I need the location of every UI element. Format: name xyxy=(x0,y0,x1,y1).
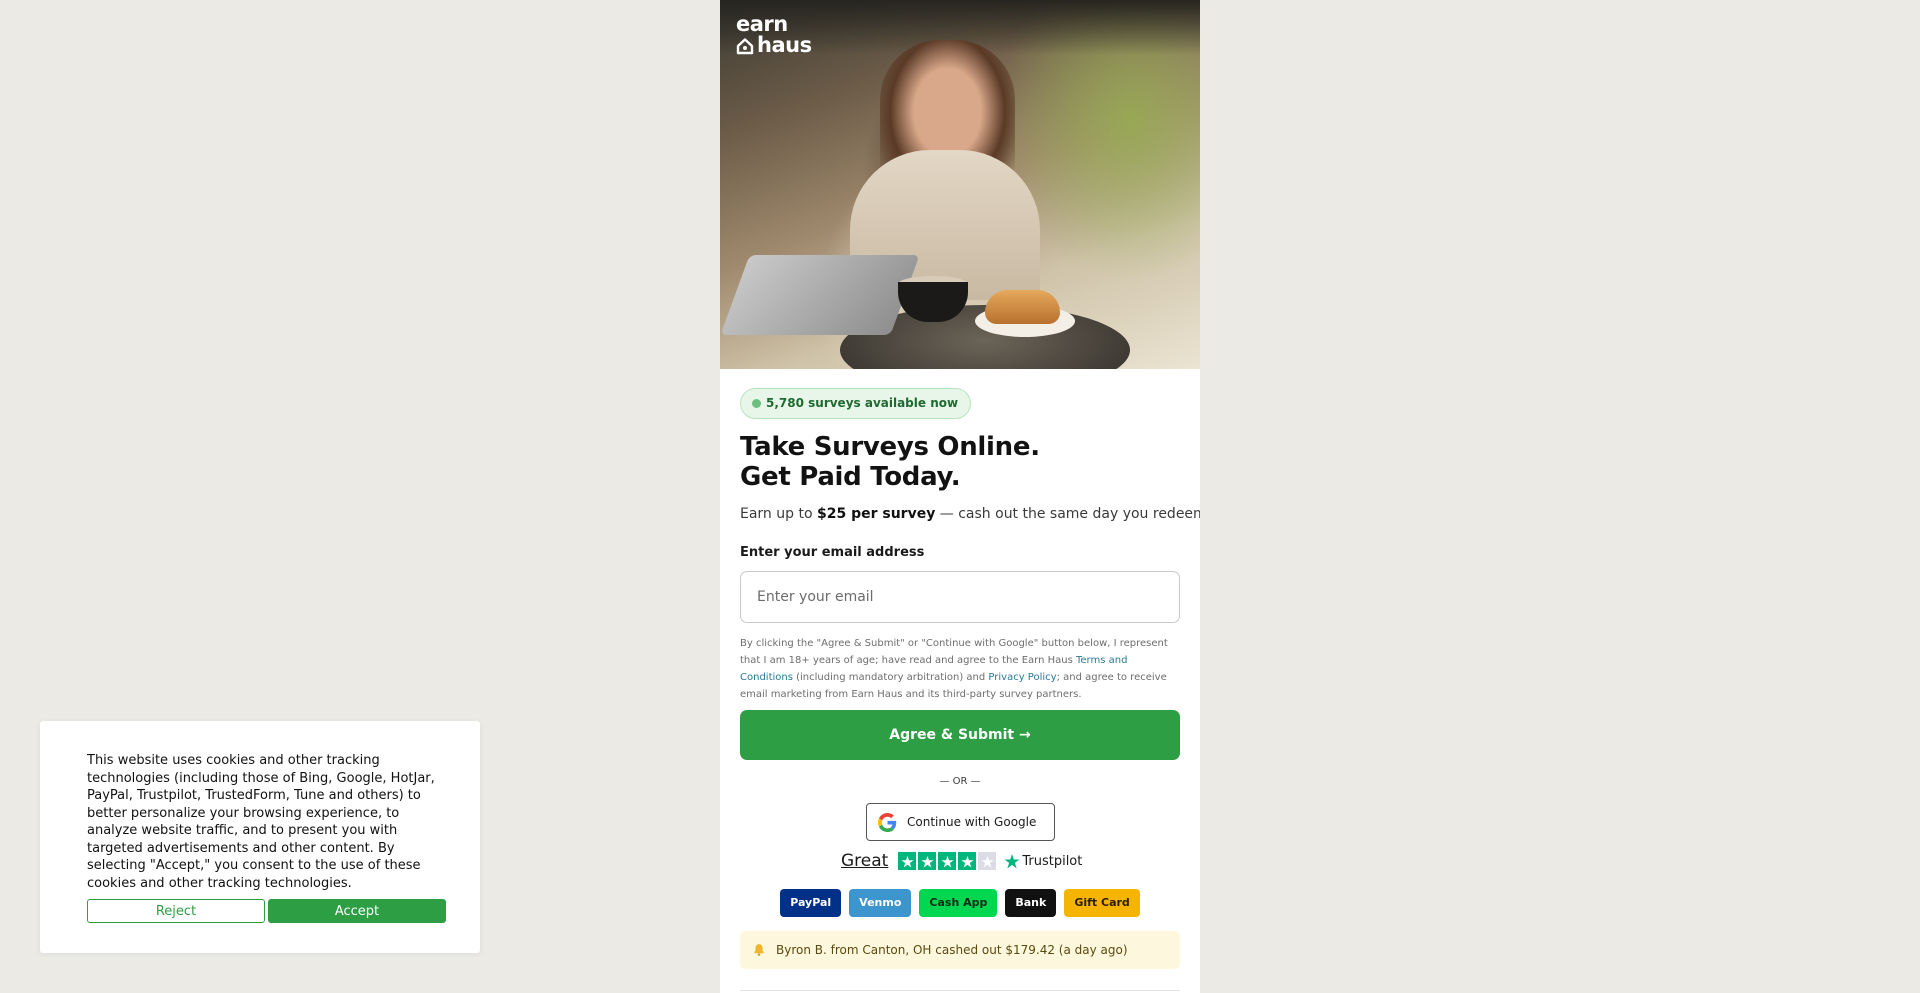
google-icon xyxy=(878,812,897,832)
legal-disclaimer: By clicking the "Agree & Submit" or "Con… xyxy=(740,635,1180,703)
subtitle: Earn up to $25 per survey — cash out the… xyxy=(740,506,1200,522)
agree-submit-button[interactable]: Agree & Submit → xyxy=(740,710,1180,760)
payout-methods: PayPal Venmo Cash App Bank Gift Card xyxy=(720,889,1200,917)
subtitle-highlight: $25 per survey xyxy=(816,506,936,522)
title-line-2: Get Paid Today. xyxy=(740,462,961,492)
email-label: Enter your email address xyxy=(740,545,925,560)
cookie-consent-text: This website uses cookies and other trac… xyxy=(87,753,435,891)
house-icon xyxy=(736,37,754,54)
trustpilot-brand: Trustpilot xyxy=(1004,853,1082,869)
trustpilot-rating-text[interactable]: Great xyxy=(841,851,888,871)
privacy-link[interactable]: Privacy Policy xyxy=(988,672,1056,683)
star-icon xyxy=(958,852,977,870)
or-divider: — OR — xyxy=(939,776,981,787)
trustpilot-brand-name: Trustpilot xyxy=(1022,853,1083,869)
status-dot-icon xyxy=(752,399,761,408)
trustpilot-widget[interactable]: Great Trustpilot xyxy=(841,850,1082,872)
cookie-consent-banner: This website uses cookies and other trac… xyxy=(40,721,480,953)
payout-chip-gift-card: Gift Card xyxy=(1064,889,1140,917)
continue-with-google-button[interactable]: Continue with Google xyxy=(866,803,1055,841)
star-icon xyxy=(918,852,937,870)
email-field[interactable] xyxy=(740,571,1180,623)
legal-part-2: (including mandatory arbitration) and xyxy=(792,672,989,683)
cashout-notice-text: Byron B. from Canton, OH cashed out $179… xyxy=(776,943,1128,957)
star-icon xyxy=(978,852,997,870)
subtitle-prefix: Earn up to xyxy=(740,506,817,522)
trustpilot-star-icon xyxy=(1004,854,1020,869)
title-line-1: Take Surveys Online. xyxy=(740,432,1040,462)
logo-word-haus: haus xyxy=(757,33,812,57)
payout-chip-bank: Bank xyxy=(1005,889,1057,917)
earnhaus-logo[interactable]: earn haus xyxy=(736,14,812,56)
landing-column: earn haus 5,780 surveys available now Ta… xyxy=(720,0,1200,993)
logo-word-earn: earn xyxy=(736,12,788,36)
cookie-reject-button[interactable]: Reject xyxy=(87,899,265,923)
section-divider xyxy=(740,990,1180,991)
hero-image: earn haus xyxy=(720,0,1200,369)
star-icon xyxy=(938,852,957,870)
trustpilot-stars xyxy=(898,852,997,870)
subtitle-suffix: — cash out the same day you redeem. xyxy=(935,506,1200,522)
payout-chip-cash-app: Cash App xyxy=(919,889,998,917)
cashout-notice: Byron B. from Canton, OH cashed out $179… xyxy=(740,931,1180,969)
payout-chip-paypal: PayPal xyxy=(780,889,842,917)
surveys-available-badge: 5,780 surveys available now xyxy=(740,388,972,419)
bell-icon xyxy=(754,944,764,956)
cookie-accept-button[interactable]: Accept xyxy=(268,899,446,923)
hero-laptop xyxy=(720,255,920,335)
badge-text: 5,780 surveys available now xyxy=(766,396,959,410)
page-title: Take Surveys Online. Get Paid Today. xyxy=(740,432,1040,492)
payout-chip-venmo: Venmo xyxy=(849,889,912,917)
hero-croissant xyxy=(985,290,1060,324)
google-button-label: Continue with Google xyxy=(907,815,1037,829)
star-icon xyxy=(898,852,917,870)
